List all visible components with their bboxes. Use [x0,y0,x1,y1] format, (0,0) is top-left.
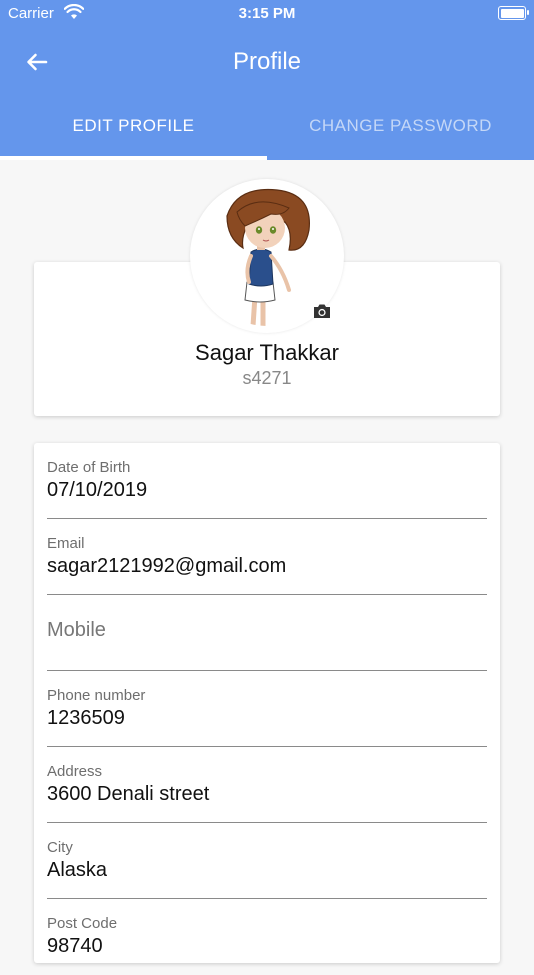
page-title: Profile [232,48,302,75]
field-value: 1236509 [47,707,125,729]
field-placeholder: Mobile [47,619,106,641]
field-label: Date of Birth [47,459,131,476]
city-field[interactable]: City Alaska [47,823,487,899]
tab-label: EDIT PROFILE [72,116,195,135]
email-field[interactable]: Email sagar2121992@gmail.com [47,519,487,595]
field-value: 98740 [47,935,103,957]
tab-edit-profile[interactable]: EDIT PROFILE [0,116,267,160]
field-label: Email [47,535,85,552]
date-of-birth-field[interactable]: Date of Birth 07/10/2019 [47,443,487,519]
status-bar: Carrier 3:15 PM [0,0,534,28]
field-label: City [47,839,73,856]
field-label: Phone number [47,687,146,704]
tab-label: CHANGE PASSWORD [309,116,492,135]
tab-indicator [0,156,267,160]
profile-name: Sagar Thakkar [195,340,339,365]
field-value: 3600 Denali street [47,783,210,805]
mobile-field[interactable]: Mobile [47,595,487,671]
field-label: Address [47,763,103,780]
app-bar: Carrier 3:15 PM Profile EDIT PROFILE CHA… [0,0,534,160]
tab-change-password[interactable]: CHANGE PASSWORD [267,116,534,160]
phone-number-field[interactable]: Phone number 1236509 [47,671,487,747]
field-value: 07/10/2019 [47,479,148,501]
post-code-field[interactable]: Post Code 98740 [47,899,487,975]
field-label: Post Code [47,915,118,932]
profile-username: s4271 [242,368,292,388]
field-value: sagar2121992@gmail.com [47,555,287,577]
battery-icon [498,6,529,20]
field-value: Alaska [47,859,108,881]
status-time: 3:15 PM [238,5,296,22]
address-field[interactable]: Address 3600 Denali street [47,747,487,823]
camera-icon[interactable] [312,302,332,320]
